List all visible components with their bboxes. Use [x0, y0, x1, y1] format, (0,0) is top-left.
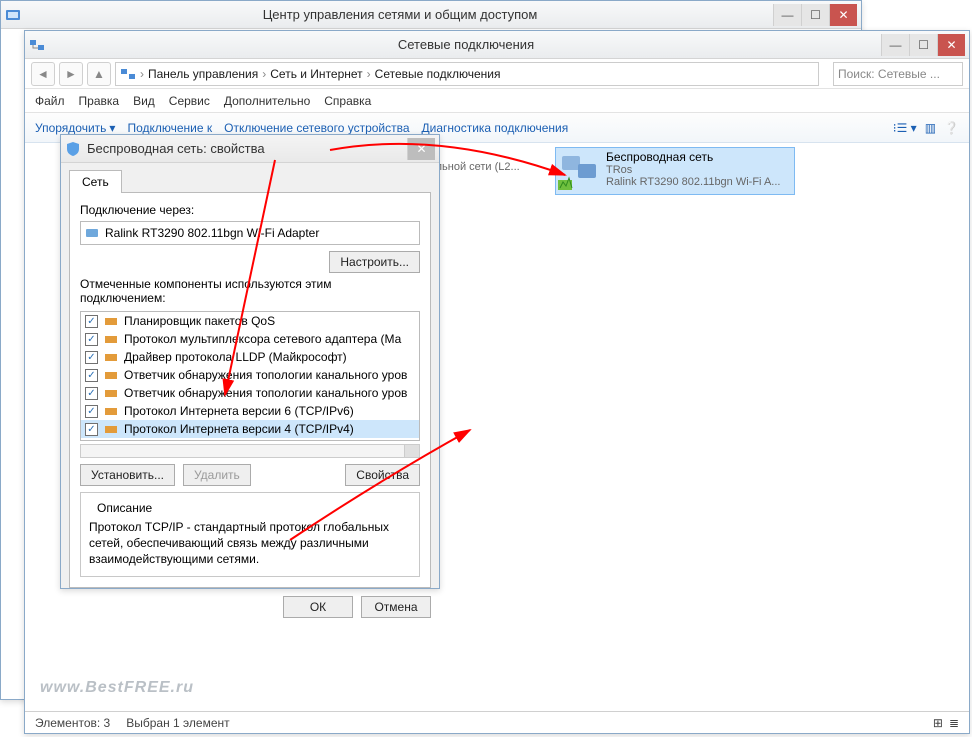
help-icon[interactable]: ❔: [944, 121, 959, 135]
list-item[interactable]: ✓Планировщик пакетов QoS: [81, 312, 419, 330]
cmd-diag[interactable]: Диагностика подключения: [422, 121, 569, 135]
close-button[interactable]: ✕: [937, 34, 965, 56]
network-icon: [120, 66, 136, 82]
configure-button[interactable]: Настроить...: [329, 251, 420, 273]
close-button[interactable]: ✕: [829, 4, 857, 26]
list-view-icon[interactable]: ≣: [949, 716, 959, 730]
adapter-name: Ralink RT3290 802.11bgn Wi-Fi Adapter: [105, 226, 319, 240]
close-button[interactable]: ✕: [407, 138, 435, 160]
window-title: Центр управления сетями и общим доступом: [27, 7, 773, 22]
component-icon: [104, 386, 118, 400]
components-label: Отмеченные компоненты используются этим …: [80, 277, 420, 305]
remove-button: Удалить: [183, 464, 251, 486]
menu-edit[interactable]: Правка: [79, 94, 120, 108]
maximize-button[interactable]: ☐: [801, 4, 829, 26]
component-icon: [104, 332, 118, 346]
list-item[interactable]: ✓Ответчик обнаружения топологии канально…: [81, 384, 419, 402]
preview-pane-icon[interactable]: ▥: [925, 121, 936, 135]
details-view-icon[interactable]: ⊞: [933, 716, 943, 730]
components-list[interactable]: ✓Планировщик пакетов QoS ✓Протокол мульт…: [80, 311, 420, 441]
cmd-connect[interactable]: Подключение к: [127, 121, 212, 135]
shield-icon: [65, 141, 81, 157]
menu-help[interactable]: Справка: [324, 94, 371, 108]
status-count: Элементов: 3: [35, 716, 110, 730]
description-heading: Описание: [93, 501, 156, 515]
list-item[interactable]: ✓Драйвер протокола LLDP (Майкрософт): [81, 348, 419, 366]
cmd-disable[interactable]: Отключение сетевого устройства: [224, 121, 409, 135]
nav-bar: ◄ ► ▲ › Панель управления › Сеть и Интер…: [25, 59, 969, 89]
menu-bar: Файл Правка Вид Сервис Дополнительно Спр…: [25, 89, 969, 113]
search-input[interactable]: Поиск: Сетевые ...: [833, 62, 963, 86]
maximize-button[interactable]: ☐: [909, 34, 937, 56]
up-button[interactable]: ▲: [87, 62, 111, 86]
h-scrollbar[interactable]: [80, 444, 420, 458]
window-icon: [5, 7, 21, 23]
component-icon: [104, 314, 118, 328]
tab-network[interactable]: Сеть: [69, 170, 122, 193]
wireless-adapter-icon: [558, 150, 600, 192]
adapter-properties-dialog: Беспроводная сеть: свойства ✕ Сеть Подкл…: [60, 134, 440, 589]
properties-button[interactable]: Свойства: [345, 464, 420, 486]
component-icon: [104, 422, 118, 436]
component-icon: [104, 350, 118, 364]
breadcrumb[interactable]: › Панель управления › Сеть и Интернет › …: [115, 62, 819, 86]
menu-view[interactable]: Вид: [133, 94, 155, 108]
adapter-field: Ralink RT3290 802.11bgn Wi-Fi Adapter: [80, 221, 420, 245]
minimize-button[interactable]: —: [881, 34, 909, 56]
view-options-icon[interactable]: ⁝☰ ▾: [893, 121, 917, 135]
description-group: Описание Протокол TCP/IP - стандартный п…: [80, 492, 420, 577]
menu-tools[interactable]: Сервис: [169, 94, 210, 108]
menu-file[interactable]: Файл: [35, 94, 65, 108]
dialog-title: Беспроводная сеть: свойства: [87, 141, 407, 156]
minimize-button[interactable]: —: [773, 4, 801, 26]
list-item[interactable]: ✓Протокол мультиплексора сетевого адапте…: [81, 330, 419, 348]
crumb-seg[interactable]: Панель управления: [148, 67, 258, 81]
back-button[interactable]: ◄: [31, 62, 55, 86]
install-button[interactable]: Установить...: [80, 464, 175, 486]
connect-via-label: Подключение через:: [80, 203, 420, 217]
status-selected: Выбран 1 элемент: [126, 716, 229, 730]
description-text: Протокол TCP/IP - стандартный протокол г…: [89, 519, 411, 568]
list-item[interactable]: ✓Ответчик обнаружения топологии канально…: [81, 366, 419, 384]
component-icon: [104, 368, 118, 382]
conn-name: Беспроводная сеть: [606, 150, 780, 164]
conn-net: TRos: [606, 164, 780, 176]
window-icon: [29, 37, 45, 53]
forward-button[interactable]: ►: [59, 62, 83, 86]
ok-button[interactable]: ОК: [283, 596, 353, 618]
menu-extras[interactable]: Дополнительно: [224, 94, 310, 108]
watermark: www.BestFREE.ru: [40, 679, 194, 697]
titlebar: Беспроводная сеть: свойства ✕: [61, 135, 439, 163]
status-bar: Элементов: 3 Выбран 1 элемент ⊞ ≣: [25, 711, 969, 733]
adapter-icon: [85, 226, 99, 240]
conn-adapter: Ralink RT3290 802.11bgn Wi-Fi A...: [606, 176, 780, 188]
window-title: Сетевые подключения: [51, 37, 881, 52]
crumb-seg[interactable]: Сетевые подключения: [375, 67, 501, 81]
list-item-ipv4[interactable]: ✓Протокол Интернета версии 4 (TCP/IPv4): [81, 420, 419, 438]
cmd-organize[interactable]: Упорядочить ▾: [35, 121, 115, 135]
cancel-button[interactable]: Отмена: [361, 596, 431, 618]
connection-item-wireless[interactable]: Беспроводная сеть TRos Ralink RT3290 802…: [555, 147, 795, 195]
list-item[interactable]: ✓Протокол Интернета версии 6 (TCP/IPv6): [81, 402, 419, 420]
crumb-seg[interactable]: Сеть и Интернет: [270, 67, 362, 81]
titlebar: Сетевые подключения — ☐ ✕: [25, 31, 969, 59]
titlebar: Центр управления сетями и общим доступом…: [1, 1, 861, 29]
component-icon: [104, 404, 118, 418]
